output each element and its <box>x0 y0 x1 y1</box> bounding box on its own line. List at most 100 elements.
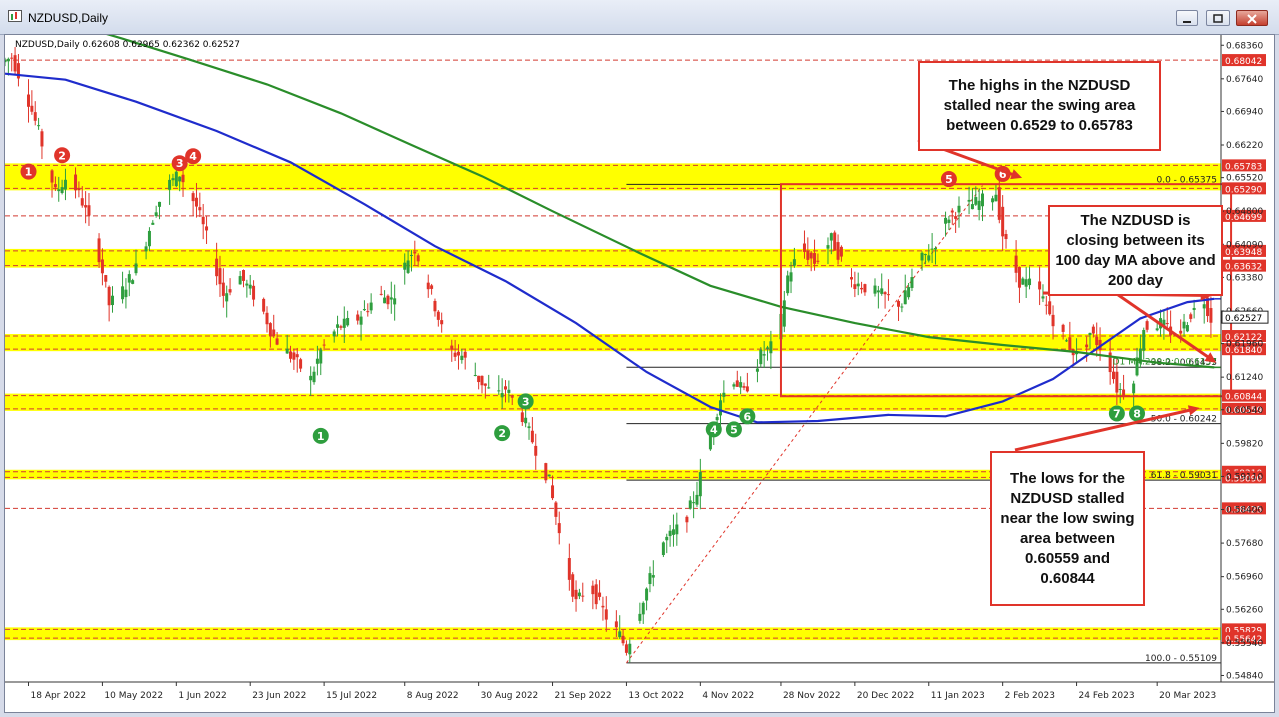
candle-body <box>920 252 924 261</box>
candle-body <box>551 485 555 499</box>
y-tick-label: 0.66220 <box>1226 141 1263 151</box>
candle-body <box>577 592 581 597</box>
candle-body <box>332 331 336 337</box>
candle-body <box>63 179 67 190</box>
candle-body <box>863 284 867 293</box>
restore-button[interactable] <box>1206 10 1230 26</box>
candle-body <box>483 383 487 386</box>
candle-body <box>927 255 931 261</box>
y-tick-label: 0.67640 <box>1226 75 1263 85</box>
y-tick-label: 0.64800 <box>1226 207 1263 217</box>
price-level-label: 0.60844 <box>1225 393 1262 403</box>
candle-body <box>342 318 346 328</box>
candle-body <box>285 348 289 354</box>
candle-body <box>554 502 558 517</box>
x-tick-label: 18 Apr 2022 <box>31 691 87 701</box>
candle-body <box>1122 389 1126 396</box>
x-tick-label: 1 Jun 2022 <box>178 691 226 701</box>
swing-marker-label: 6 <box>744 410 752 423</box>
restore-icon <box>1213 14 1223 23</box>
candle-body <box>883 292 887 295</box>
candle-body <box>675 524 679 535</box>
candle-body <box>87 205 91 216</box>
y-tick-label: 0.59110 <box>1226 472 1263 482</box>
candle-body <box>453 352 457 357</box>
candle-body <box>782 300 786 327</box>
x-tick-label: 20 Dec 2022 <box>857 691 915 701</box>
candle-body <box>201 216 205 225</box>
candle-body <box>413 251 417 254</box>
y-tick-label: 0.61240 <box>1226 373 1263 383</box>
candle-body <box>124 289 128 298</box>
candle-body <box>618 631 622 638</box>
candle-body <box>252 285 256 300</box>
close-button[interactable] <box>1236 10 1268 26</box>
candle-body <box>107 286 111 306</box>
candle-body <box>897 301 901 307</box>
candle-body <box>688 500 692 509</box>
y-tick-label: 0.56260 <box>1226 605 1263 615</box>
candle-body <box>903 290 907 305</box>
candle-body <box>614 621 618 628</box>
candle-body <box>574 589 578 600</box>
candle-body <box>809 252 813 259</box>
price-level-label: 0.68042 <box>1225 57 1262 67</box>
candle-body <box>151 222 155 225</box>
chart-header: NZDUSD,Daily 0.62608 0.62965 0.62362 0.6… <box>15 40 240 50</box>
y-tick-label: 0.54840 <box>1226 671 1263 681</box>
candle-body <box>957 205 961 213</box>
minimize-button[interactable] <box>1176 10 1198 26</box>
candle-body <box>37 125 41 127</box>
candle-body <box>74 174 78 191</box>
candle-body <box>510 396 514 398</box>
candle-body <box>238 276 242 285</box>
candle-body <box>292 352 296 360</box>
candle-body <box>762 354 766 356</box>
candle-body <box>766 347 770 349</box>
candle-body <box>450 345 454 350</box>
candle-body <box>228 289 232 293</box>
candle-body <box>144 246 148 252</box>
support-resistance-zone <box>5 163 1221 191</box>
candle-body <box>792 259 796 266</box>
candle-body <box>241 270 245 281</box>
x-tick-label: 24 Feb 2023 <box>1079 691 1135 701</box>
swing-marker-label: 1 <box>317 430 325 443</box>
candle-body <box>648 573 652 585</box>
candle-body <box>685 516 689 523</box>
candle-body <box>735 380 739 387</box>
candle-body <box>1021 278 1025 285</box>
candle-body <box>698 472 702 497</box>
x-tick-label: 11 Jan 2023 <box>931 691 985 701</box>
candle-body <box>1155 328 1159 331</box>
ma-label: D1 MA:200:0:0: 0.6157 <box>1113 357 1217 367</box>
candle-body <box>974 197 978 205</box>
candle-body <box>598 592 602 597</box>
swing-marker-label: 2 <box>58 149 66 162</box>
candle-body <box>497 390 501 392</box>
candle-body <box>1024 279 1028 287</box>
price-level-label: 0.65290 <box>1225 185 1262 195</box>
swing-marker-label: 7 <box>1113 408 1121 421</box>
x-tick-label: 28 Nov 2022 <box>783 691 841 701</box>
candle-body <box>806 251 810 260</box>
candle-body <box>1038 281 1042 290</box>
candle-body <box>977 200 981 210</box>
candle-body <box>473 374 477 376</box>
price-level-label: 0.63632 <box>1225 263 1262 273</box>
fib-label: 61.8 - 0.59031 <box>1151 471 1217 481</box>
candle-body <box>933 248 937 250</box>
candle-body <box>178 176 182 182</box>
y-tick-label: 0.63380 <box>1226 273 1263 283</box>
x-tick-label: 2 Feb 2023 <box>1005 691 1055 701</box>
candle-body <box>507 389 511 393</box>
candle-body <box>520 412 524 423</box>
candle-body <box>356 314 360 321</box>
candle-body <box>856 283 860 287</box>
candle-body <box>57 189 61 192</box>
candle-body <box>416 255 420 262</box>
candle-body <box>900 306 904 308</box>
candle-body <box>181 174 185 183</box>
candle-body <box>594 584 598 605</box>
candle-body <box>671 529 675 535</box>
